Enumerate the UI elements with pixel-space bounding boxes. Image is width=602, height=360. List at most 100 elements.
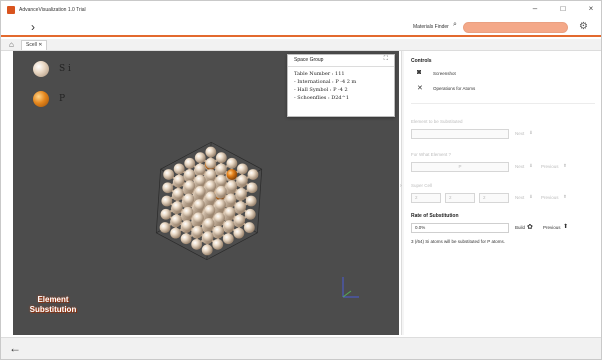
sg-hall-symbol: - Hall Symbol : P -4 2	[294, 87, 348, 93]
title-bar: AdvanceVisualization 1.0 Trial – □ ×	[1, 1, 601, 19]
search-icon[interactable]: ⌕	[453, 21, 457, 29]
si-atom	[181, 220, 193, 231]
si-atom	[247, 169, 259, 180]
si-atom	[182, 206, 194, 218]
up-arrow-icon: ⬆	[563, 224, 569, 230]
si-atom	[194, 152, 206, 164]
si-atom	[204, 204, 216, 216]
si-atom	[191, 238, 203, 250]
up-arrow-icon: ⬆	[563, 194, 567, 199]
divider	[411, 103, 595, 104]
si-atom	[193, 199, 205, 210]
p-atom	[226, 169, 238, 180]
si-atom	[172, 187, 184, 199]
camera-icon[interactable]: ◙	[417, 69, 421, 76]
super-cell-c-input[interactable]: 2	[479, 193, 509, 203]
element-to-substitute-label: Element to be Substituted	[411, 119, 463, 124]
element-to-substitute-select[interactable]	[411, 129, 509, 139]
previous-button-2[interactable]: Previous	[541, 164, 559, 169]
si-atom	[184, 169, 196, 180]
expand-icon[interactable]: ⛶	[384, 56, 388, 63]
rate-input[interactable]: 0.0%	[411, 223, 509, 233]
back-arrow-icon[interactable]: ←	[9, 341, 21, 355]
maximize-button[interactable]: □	[557, 4, 569, 13]
rate-label: Rate of Substitution	[411, 213, 459, 219]
operations-for-atoms-button[interactable]: Operations for Atoms	[433, 86, 475, 91]
build-button[interactable]: Build	[515, 225, 525, 230]
si-atom	[163, 169, 175, 180]
window-title: AdvanceVisualization 1.0 Trial	[19, 7, 86, 13]
si-atom	[226, 157, 238, 169]
home-icon[interactable]: ⌂	[9, 40, 14, 49]
si-atom	[215, 199, 226, 210]
for-what-element-label: For What Element ?	[411, 152, 452, 157]
si-atom	[161, 195, 173, 207]
previous-button-rate[interactable]: Previous	[543, 225, 561, 230]
si-atom	[205, 191, 217, 203]
logo-line-2: Substitution	[29, 305, 77, 314]
si-atom	[245, 195, 257, 207]
si-atom	[235, 201, 247, 213]
for-what-element-select[interactable]: P	[411, 162, 509, 172]
si-atom	[215, 185, 227, 197]
close-button[interactable]: ×	[585, 4, 597, 13]
expand-menu-chevron-icon[interactable]: ›	[31, 20, 35, 34]
sg-table-number: Table Number : 111	[294, 71, 345, 77]
si-atom	[236, 187, 247, 199]
toolbar: › Materials Finder ⌕ ⚙	[1, 19, 601, 37]
si-atom	[170, 227, 181, 239]
status-bar: ←	[1, 337, 601, 359]
next-button-1[interactable]: Next	[515, 131, 524, 136]
si-atom	[237, 163, 248, 175]
super-cell-b-input[interactable]: 2	[445, 193, 475, 203]
down-arrow-icon: ⬇	[529, 163, 533, 168]
materials-finder-input[interactable]	[463, 22, 568, 33]
screenshot-button[interactable]: Screenshot	[433, 71, 456, 76]
si-atom	[159, 222, 171, 233]
si-atom	[213, 225, 225, 237]
si-atom	[180, 233, 192, 245]
substitution-note: 3 (/64) Si atoms will be substituted for…	[411, 239, 505, 244]
controls-panel: Controls ◙ Screenshot ✕ Operations for A…	[405, 51, 601, 335]
splitter-grip-icon[interactable]: ›	[400, 183, 402, 189]
si-atom	[234, 214, 246, 226]
space-group-header: Space Group ⛶	[288, 55, 394, 67]
app-window: AdvanceVisualization 1.0 Trial – □ × › M…	[0, 0, 602, 360]
cell-edge	[257, 169, 263, 233]
panel-splitter[interactable]	[401, 51, 404, 335]
si-atom	[225, 193, 237, 205]
next-button-2[interactable]: Next	[515, 164, 524, 169]
previous-button-3[interactable]: Previous	[541, 195, 559, 200]
space-group-details: Table Number : 111 - International : P -…	[288, 67, 394, 105]
sg-international: - International : P -4 2 m	[294, 79, 357, 85]
minimize-button[interactable]: –	[529, 4, 541, 13]
si-atom	[194, 185, 206, 197]
build-icon[interactable]: ✿	[527, 223, 533, 231]
si-atom	[171, 201, 183, 213]
si-atom	[184, 157, 196, 169]
si-atom	[194, 163, 206, 175]
si-atom	[193, 212, 204, 224]
si-atom	[222, 233, 234, 245]
materials-finder-label: Materials Finder	[413, 24, 449, 30]
up-arrow-icon: ⬆	[563, 163, 567, 168]
si-atom	[215, 152, 227, 164]
app-logo-icon	[7, 6, 15, 14]
si-atom	[205, 169, 217, 180]
atoms-tool-icon[interactable]: ✕	[417, 84, 423, 92]
si-atom	[192, 225, 203, 237]
settings-gear-icon[interactable]: ⚙	[579, 21, 588, 32]
super-cell-a-input[interactable]: 2	[411, 193, 441, 203]
si-atom	[224, 206, 236, 218]
logo-line-1: Element	[37, 295, 69, 304]
si-atom	[205, 146, 217, 158]
si-atom	[203, 218, 215, 229]
si-atom	[237, 174, 248, 186]
super-cell-label: Super Cell	[411, 183, 433, 188]
tab-scell[interactable]: Scell ✕	[21, 40, 48, 50]
next-button-3[interactable]: Next	[515, 195, 524, 200]
si-atom	[171, 214, 182, 226]
space-group-popup: Space Group ⛶ Table Number : 111 - Inter…	[287, 54, 395, 117]
si-atom	[183, 193, 195, 205]
sg-schoenflies: - Schoenflies : D2d^1	[294, 95, 349, 101]
